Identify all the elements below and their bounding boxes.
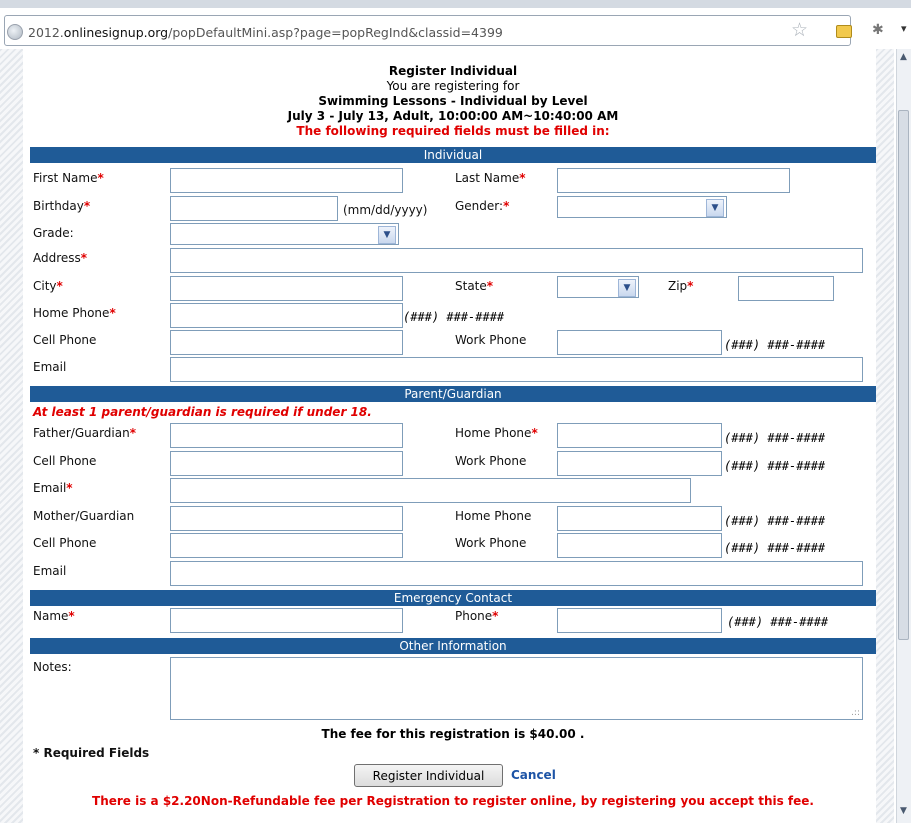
chevron-down-icon: ▼ (378, 226, 396, 244)
parent-email-label: Email* (33, 481, 73, 495)
gender-label: Gender:* (455, 199, 510, 213)
cell-phone-label: Cell Phone (33, 333, 97, 347)
email-input[interactable] (170, 357, 863, 382)
grade-label: Grade: (33, 226, 74, 240)
emergency-phone-format: (###) ###-#### (727, 615, 829, 629)
scroll-up-arrow-icon[interactable]: ▲ (898, 52, 909, 62)
address-input[interactable] (170, 248, 863, 273)
home-phone-input[interactable] (170, 303, 403, 328)
mother-cell-phone-input[interactable] (170, 533, 403, 558)
zip-input[interactable] (738, 276, 834, 301)
scroll-down-arrow-icon[interactable]: ▼ (898, 806, 909, 816)
email-label: Email (33, 360, 67, 374)
left-frame (0, 49, 23, 823)
mail-icon[interactable] (836, 25, 852, 38)
father-home-phone-format: (###) ###-#### (724, 431, 826, 445)
url-prefix: 2012. (28, 24, 64, 40)
emergency-phone-label: Phone* (455, 609, 499, 623)
registering-for-text: You are registering for (386, 79, 520, 93)
mother-home-phone-label: Home Phone (455, 509, 532, 523)
fee-text: The fee for this registration is $40.00 … (321, 727, 585, 741)
browser-frame-top (0, 0, 911, 8)
zip-label: Zip* (668, 279, 694, 293)
first-name-label: First Name* (33, 171, 104, 185)
chevron-down-icon: ▼ (706, 199, 724, 217)
father-cell-phone-input[interactable] (170, 451, 403, 476)
mother-work-phone-format: (###) ###-#### (724, 541, 826, 555)
class-name: Swimming Lessons - Individual by Level (318, 94, 588, 108)
required-notice: The following required fields must be fi… (296, 124, 610, 138)
city-label: City* (33, 279, 63, 293)
home-phone-label: Home Phone* (33, 306, 116, 320)
last-name-label: Last Name* (455, 171, 526, 185)
resize-grip-icon[interactable]: .:: (851, 708, 860, 718)
father-cell-phone-label: Cell Phone (33, 454, 97, 468)
online-fee-notice: There is a $2.20Non-Refundable fee per R… (92, 794, 814, 808)
emergency-name-input[interactable] (170, 608, 403, 633)
father-work-phone-label: Work Phone (455, 454, 527, 468)
section-parent-header: Parent/Guardian (30, 386, 876, 402)
date-format-hint: (mm/dd/yyyy) (343, 203, 428, 217)
father-work-phone-input[interactable] (557, 451, 722, 476)
section-other-header: Other Information (30, 638, 876, 654)
section-emergency-header: Emergency Contact (30, 590, 876, 606)
parent-email-input[interactable] (170, 478, 691, 503)
mother-home-phone-format: (###) ###-#### (724, 514, 826, 528)
mother-home-phone-input[interactable] (557, 506, 722, 531)
mother-input[interactable] (170, 506, 403, 531)
state-label: State* (455, 279, 494, 293)
scrollbar-thumb[interactable] (898, 110, 909, 640)
notes-label: Notes: (33, 660, 72, 674)
mother-work-phone-input[interactable] (557, 533, 722, 558)
grade-select[interactable]: ▼ (170, 223, 399, 245)
chevron-down-icon[interactable]: ▾ (901, 22, 907, 35)
birthday-input[interactable] (170, 196, 338, 221)
cancel-link[interactable]: Cancel (511, 768, 556, 782)
url-domain: onlinesignup.org (63, 24, 169, 40)
work-phone-label: Work Phone (455, 333, 527, 347)
last-name-input[interactable] (557, 168, 790, 193)
class-schedule: July 3 - July 13, Adult, 10:00:00 AM~10:… (287, 109, 619, 123)
emergency-name-label: Name* (33, 609, 75, 623)
url-path: /popDefaultMini.asp?page=popRegInd&class… (168, 24, 503, 40)
first-name-input[interactable] (170, 168, 403, 193)
birthday-label: Birthday* (33, 199, 91, 213)
mother-email-label: Email (33, 564, 67, 578)
required-fields-note: * Required Fields (33, 746, 150, 760)
father-work-phone-format: (###) ###-#### (724, 459, 826, 473)
mother-email-input[interactable] (170, 561, 863, 586)
extension-icon[interactable]: ✱ (872, 22, 884, 38)
page-title: Register Individual (388, 64, 518, 78)
right-frame (876, 49, 894, 823)
gender-select[interactable]: ▼ (557, 196, 727, 218)
father-home-phone-label: Home Phone* (455, 426, 538, 440)
register-individual-button[interactable]: Register Individual (354, 764, 503, 787)
state-select[interactable]: ▼ (557, 276, 639, 298)
globe-icon (7, 24, 23, 40)
home-phone-format: (###) ###-#### (403, 310, 505, 324)
cell-phone-input[interactable] (170, 330, 403, 355)
section-individual-header: Individual (30, 147, 876, 163)
work-phone-format: (###) ###-#### (724, 338, 826, 352)
chevron-down-icon: ▼ (618, 279, 636, 297)
mother-work-phone-label: Work Phone (455, 536, 527, 550)
work-phone-input[interactable] (557, 330, 722, 355)
father-input[interactable] (170, 423, 403, 448)
mother-label: Mother/Guardian (33, 509, 135, 523)
mother-cell-phone-label: Cell Phone (33, 536, 97, 550)
emergency-phone-input[interactable] (557, 608, 722, 633)
parent-warning: At least 1 parent/guardian is required i… (33, 405, 372, 419)
notes-textarea[interactable]: .:: (170, 657, 863, 720)
father-label: Father/Guardian* (33, 426, 136, 440)
father-home-phone-input[interactable] (557, 423, 722, 448)
address-label: Address* (33, 251, 88, 265)
url-text[interactable]: 2012. onlinesignup.org/popDefaultMini.asp… (7, 23, 503, 41)
star-icon[interactable]: ☆ (791, 19, 808, 41)
city-input[interactable] (170, 276, 403, 301)
